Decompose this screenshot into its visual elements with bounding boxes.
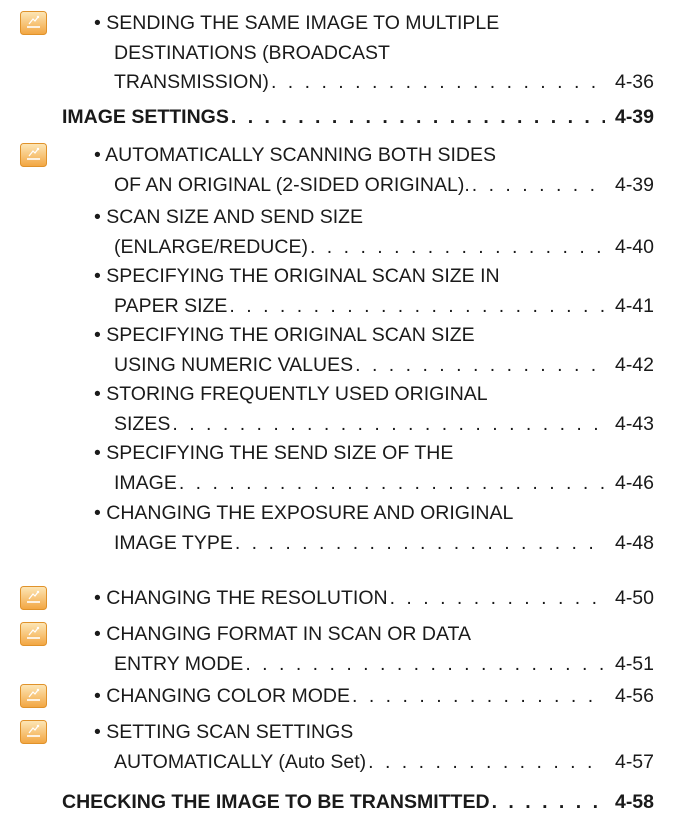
page-number: 4-46	[614, 471, 654, 494]
toc-entry-title: • CHANGING THE EXPOSURE AND ORIGINAL	[94, 502, 514, 524]
toc-entry-title: • CHANGING THE RESOLUTION	[94, 587, 388, 609]
toc-entry-title: IMAGE	[114, 471, 177, 494]
page-number: 4-36	[614, 71, 654, 93]
toc-entry-title: • SENDING THE SAME IMAGE TO MULTIPLE	[94, 12, 500, 34]
page-number: 4-56	[614, 685, 654, 707]
page-number: 4-39	[614, 106, 654, 128]
toc-entry-title: • STORING FREQUENTLY USED ORIGINAL	[94, 383, 488, 405]
toc-entry-title: ENTRY MODE	[114, 652, 244, 675]
dot-leader	[170, 409, 605, 439]
table-of-contents: • SENDING THE SAME IMAGE TO MULTIPLE DEST…	[0, 0, 692, 818]
toc-entry-title: IMAGE SETTINGS	[62, 106, 229, 128]
toc-entry-title: • AUTOMATICALLY SCANNING BOTH SIDES	[94, 144, 496, 166]
dot-leader	[308, 232, 605, 262]
dot-leader	[388, 583, 605, 613]
scanner-mode-icon	[20, 11, 47, 35]
page-number: 4-50	[614, 587, 654, 609]
scanner-mode-icon	[20, 720, 47, 744]
scanner-mode-icon	[20, 684, 47, 708]
toc-entry-title: USING NUMERIC VALUES	[114, 353, 354, 376]
toc-entry-title: • CHANGING FORMAT IN SCAN OR DATA	[94, 623, 471, 645]
page-number: 4-43	[614, 412, 654, 435]
page-number: 4-42	[614, 353, 654, 376]
dot-leader	[229, 102, 605, 132]
dot-leader	[490, 787, 605, 817]
toc-entry-title: TRANSMISSION)	[114, 71, 269, 93]
toc-entry-title: • CHANGING COLOR MODE	[94, 685, 351, 707]
scanner-mode-icon	[20, 143, 47, 167]
dot-leader	[353, 350, 605, 380]
page-number: 4-51	[614, 652, 654, 675]
scanner-mode-icon	[20, 622, 47, 646]
dot-leader	[233, 528, 605, 558]
toc-entry-title: • SCAN SIZE AND SEND SIZE	[94, 206, 364, 228]
toc-entry-title: • SPECIFYING THE ORIGINAL SCAN SIZE IN	[94, 265, 500, 287]
toc-entry-title: • SETTING SCAN SETTINGS	[94, 721, 354, 743]
toc-entry-title: OF AN ORIGINAL (2-SIDED ORIGINAL).	[114, 173, 470, 196]
scanner-mode-icon	[20, 586, 47, 610]
toc-entry-title: • SPECIFYING THE SEND SIZE OF THE	[94, 442, 454, 464]
page-number: 4-39	[614, 173, 654, 196]
dot-leader	[177, 468, 605, 498]
page-number: 4-40	[614, 235, 654, 258]
page-number: 4-41	[614, 294, 654, 317]
toc-entry-title: IMAGE TYPE	[114, 531, 233, 554]
dot-leader	[350, 681, 605, 711]
toc-entry-title: DESTINATIONS (BROADCAST	[114, 41, 390, 64]
toc-entry-title: CHECKING THE IMAGE TO BE TRANSMITTED	[62, 791, 490, 813]
page-number: 4-58	[614, 791, 654, 813]
toc-entry-title: SIZES	[114, 412, 171, 435]
toc-entry-title: • SPECIFYING THE ORIGINAL SCAN SIZE	[94, 324, 475, 346]
dot-leader	[227, 291, 605, 321]
dot-leader	[366, 747, 605, 777]
dot-leader	[269, 67, 605, 97]
page-number: 4-48	[614, 531, 654, 554]
toc-entry-title: (ENLARGE/REDUCE)	[114, 235, 308, 258]
toc-entry-title: AUTOMATICALLY (Auto Set)	[114, 750, 367, 773]
toc-entry-title: PAPER SIZE	[114, 294, 228, 317]
dot-leader	[243, 649, 605, 679]
page-number: 4-57	[614, 750, 654, 773]
dot-leader	[470, 170, 605, 200]
